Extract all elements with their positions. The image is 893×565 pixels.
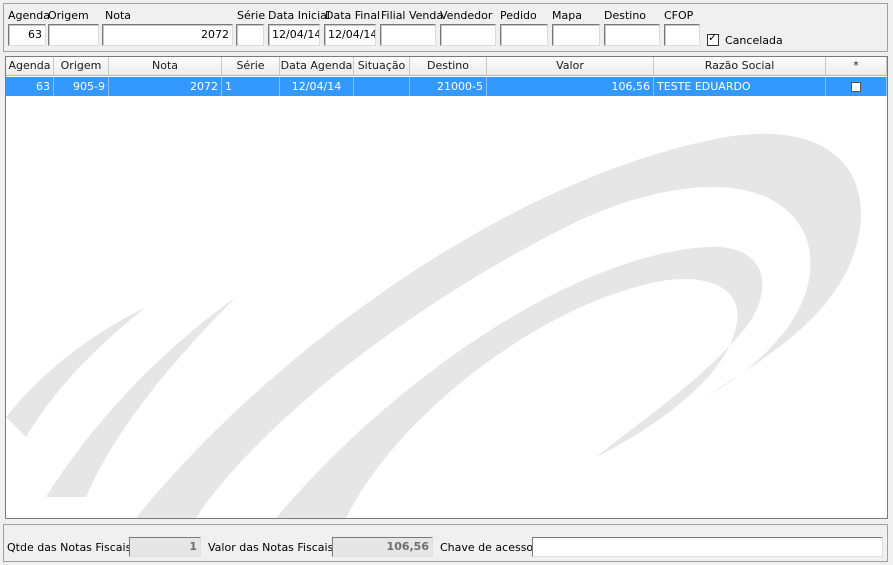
valor-notas-label: Valor das Notas Fiscais: — [208, 541, 338, 554]
column-header-razao-social[interactable]: Razão Social — [654, 57, 826, 76]
column-header-valor[interactable]: Valor — [487, 57, 654, 76]
pedido-input[interactable] — [500, 24, 548, 46]
serie-label: Série — [237, 9, 266, 22]
agenda-input[interactable]: 63 — [8, 24, 46, 46]
column-header-situacao[interactable]: Situação — [354, 57, 410, 76]
cell-nota: 2072 — [109, 77, 222, 96]
cancelada-label[interactable]: Cancelada — [725, 34, 783, 47]
valor-notas-field: 106,56 — [332, 537, 433, 557]
cell-razao-social: TESTE EDUARDO — [654, 77, 826, 96]
filial-venda-label: Filial Venda — [381, 9, 444, 22]
column-header-destino[interactable]: Destino — [410, 57, 487, 76]
grid-header: Agenda Origem Nota Série Data Agenda Sit… — [6, 57, 887, 76]
data-final-input[interactable]: 12/04/14 — [324, 24, 376, 46]
cell-data-agenda: 12/04/14 — [280, 77, 354, 96]
cell-serie: 1 — [222, 77, 280, 96]
destino-input[interactable] — [604, 24, 660, 46]
mapa-label: Mapa — [552, 9, 582, 22]
destino-label: Destino — [604, 9, 647, 22]
pedido-label: Pedido — [500, 9, 537, 22]
mapa-input[interactable] — [552, 24, 600, 46]
cfop-label: CFOP — [664, 9, 694, 22]
column-header-nota[interactable]: Nota — [109, 57, 222, 76]
check-icon: ✓ — [708, 31, 718, 44]
column-header-agenda[interactable]: Agenda — [6, 57, 54, 76]
agenda-label: Agenda — [8, 9, 50, 22]
qtde-notas-label: Qtde das Notas Fiscais: — [7, 541, 136, 554]
origem-input[interactable] — [48, 24, 99, 46]
vendedor-input[interactable] — [440, 24, 496, 46]
table-row[interactable]: 63 905-9 2072 1 12/04/14 21000-5 106,56 … — [6, 77, 887, 96]
cell-origem: 905-9 — [54, 77, 109, 96]
data-final-label: Data Final — [325, 9, 381, 22]
cell-valor: 106,56 — [487, 77, 654, 96]
row-select-checkbox[interactable] — [851, 82, 861, 92]
watermark-swoosh-icon — [6, 133, 861, 518]
cell-destino: 21000-5 — [410, 77, 487, 96]
cell-situacao — [354, 77, 410, 96]
column-header-mark[interactable]: * — [826, 57, 887, 76]
origem-label: Origem — [48, 9, 89, 22]
cfop-input[interactable] — [664, 24, 700, 46]
filial-venda-input[interactable] — [380, 24, 436, 46]
cell-agenda: 63 — [6, 77, 54, 96]
column-header-data-agenda[interactable]: Data Agenda — [280, 57, 354, 76]
column-header-serie[interactable]: Série — [222, 57, 280, 76]
data-inicial-label: Data Inicial — [268, 9, 330, 22]
qtde-notas-field: 1 — [129, 537, 201, 557]
nota-label: Nota — [105, 9, 132, 22]
chave-acesso-label: Chave de acesso: — [440, 541, 537, 554]
chave-acesso-input[interactable] — [532, 537, 883, 557]
column-header-origem[interactable]: Origem — [54, 57, 109, 76]
vendedor-label: Vendedor — [440, 9, 493, 22]
nota-input[interactable]: 2072 — [102, 24, 233, 46]
notas-grid[interactable]: Agenda Origem Nota Série Data Agenda Sit… — [5, 56, 888, 519]
serie-input[interactable] — [236, 24, 264, 46]
data-inicial-input[interactable]: 12/04/14 — [268, 24, 320, 46]
